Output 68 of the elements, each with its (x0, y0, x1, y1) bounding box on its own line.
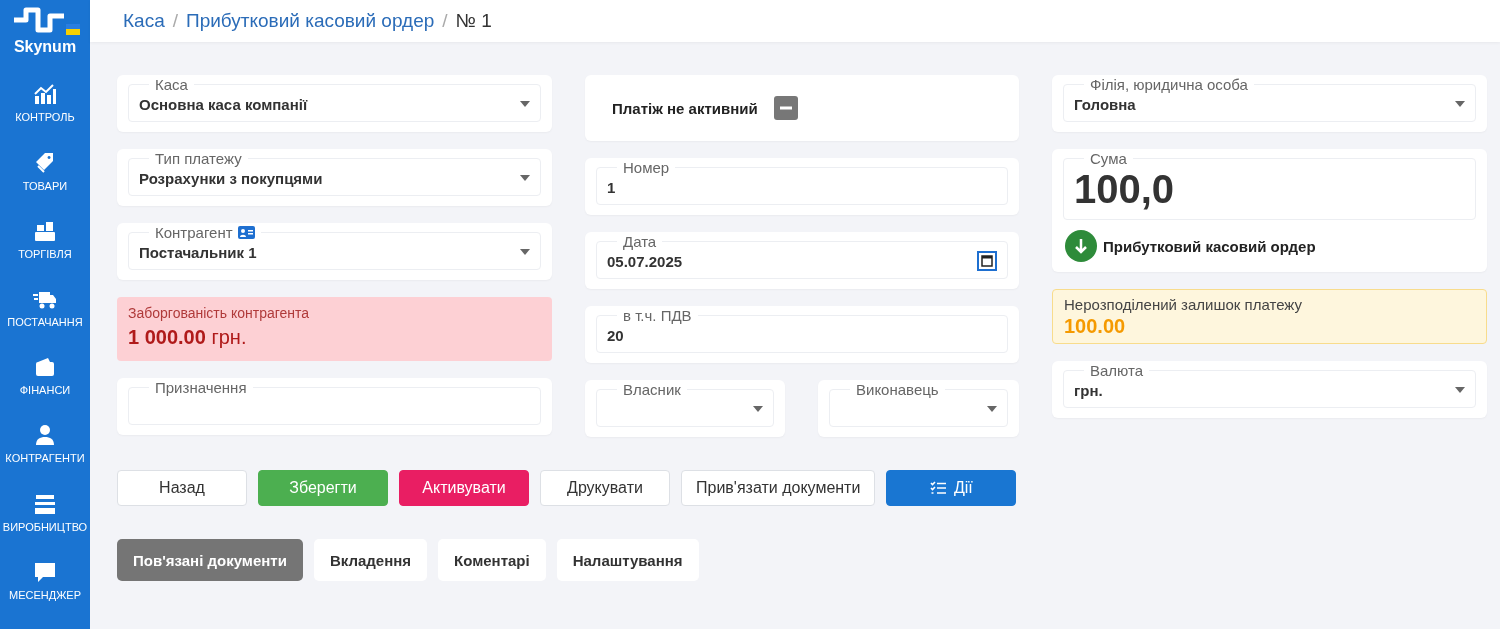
field-value: 1 (607, 178, 617, 196)
tab[interactable]: Коментарі (438, 539, 546, 581)
nav-item[interactable]: КОНТРОЛЬ (15, 83, 75, 152)
minus-square-icon (773, 96, 798, 120)
nav-item[interactable]: ВИРОБНИЦТВО (2, 492, 88, 561)
dropdown-field[interactable]: Філія, юридична особа Головна (1063, 76, 1476, 122)
tab[interactable]: Вкладення (313, 539, 428, 581)
dropdown-caret-icon[interactable] (520, 175, 530, 181)
nav-item[interactable]: МЕСЕНДЖЕР (9, 560, 81, 629)
field-label: Власник (623, 381, 681, 398)
calendar-icon[interactable] (977, 251, 997, 271)
debt-amount: 1 000.00 грн. (128, 326, 248, 349)
field-label: Призначення (155, 379, 247, 396)
field-value: Розрахунки з покупцями (139, 169, 324, 187)
logo-text: Skynum (13, 38, 77, 56)
field-label: Тип платежу (155, 150, 242, 167)
action-button[interactable]: Дії (886, 470, 1017, 506)
field-label: Виконавець (856, 381, 939, 398)
contact-card-icon[interactable] (237, 226, 255, 239)
field-value: 20 (607, 326, 625, 344)
action-button[interactable]: Активувати (399, 470, 529, 506)
field-label: в т.ч. ПДВ (623, 307, 692, 324)
tab[interactable]: Налаштування (556, 539, 699, 581)
dropdown-caret-icon[interactable] (1455, 387, 1465, 393)
breadcrumb-separator: / (442, 10, 448, 32)
breadcrumb-current: № 1 (455, 10, 492, 32)
person-icon (33, 424, 57, 447)
alert-label: Заборгованість контрагента (128, 305, 311, 321)
dropdown-caret-icon[interactable] (520, 101, 530, 107)
document-type-label: Прибутковий касовий ордер (1103, 237, 1316, 255)
balance-label: Нерозподілений залишок платежу (1064, 296, 1303, 313)
field-label: Каса (155, 76, 188, 93)
dropdown-field[interactable]: Контрагент Постачальник 1 (128, 224, 541, 270)
chat-icon (33, 560, 57, 583)
field-label: Сума (1090, 150, 1127, 167)
breadcrumb-link[interactable]: Прибутковий касовий ордер (186, 10, 435, 32)
field-value: Головна (1074, 95, 1137, 113)
breadcrumb-separator: / (172, 10, 178, 32)
nav-item[interactable]: ТОВАРИ (22, 151, 68, 220)
field-value: Основна каса компанії (139, 95, 309, 113)
dropdown-caret-icon[interactable] (520, 249, 530, 255)
field-label: Контрагент (155, 224, 233, 241)
nav-item[interactable]: ПОСТАЧАННЯ (7, 288, 83, 357)
action-button[interactable]: Назад (117, 470, 247, 506)
dropdown-caret-icon[interactable] (753, 406, 763, 412)
nav-item[interactable]: ФІНАНСИ (19, 356, 71, 425)
tab[interactable]: Пов'язані документи (117, 539, 303, 581)
action-button[interactable]: Прив'язати документи (681, 470, 876, 506)
field-value: Постачальник 1 (139, 243, 258, 261)
field-label: Філія, юридична особа (1090, 76, 1248, 93)
field-label: Валюта (1090, 362, 1144, 379)
dropdown-caret-icon[interactable] (1455, 101, 1465, 107)
wallet-icon (33, 356, 57, 379)
amount-value: 100,0 (1074, 167, 1176, 213)
nav-item[interactable]: КОНТРАГЕНТИ (5, 424, 85, 493)
action-button[interactable]: Друкувати (540, 470, 670, 506)
breadcrumb-link[interactable]: Каса (123, 10, 165, 32)
chart-icon (33, 83, 57, 106)
checklist-icon (929, 481, 946, 495)
field-label: Номер (623, 159, 670, 176)
status-label: Платіж не активний (612, 99, 758, 117)
field-value: грн. (1074, 381, 1104, 399)
field-label: Дата (623, 233, 657, 250)
balance-value: 100.00 (1064, 315, 1127, 338)
dropdown-caret-icon[interactable] (987, 406, 997, 412)
arrow-down-icon (1065, 230, 1097, 262)
nav-item[interactable]: ТОРГІВЛЯ (18, 219, 72, 288)
field-value: 05.07.2025 (607, 252, 684, 270)
